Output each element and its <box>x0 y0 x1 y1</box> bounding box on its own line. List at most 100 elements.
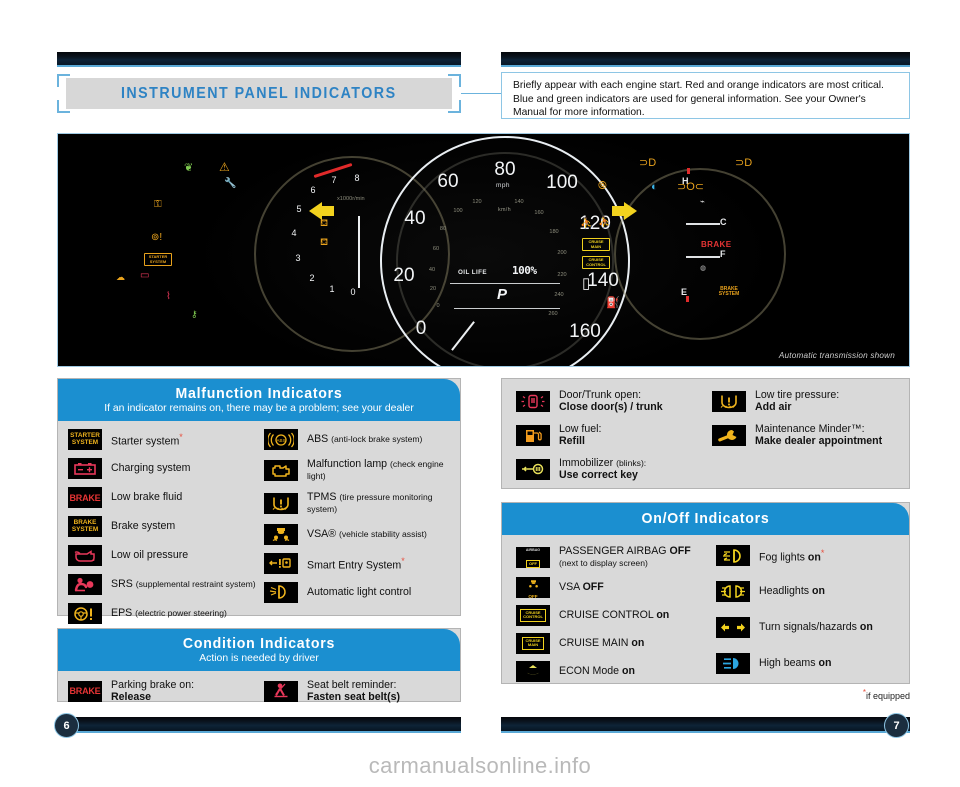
list-item[interactable]: Low fuel: Refill <box>516 423 712 448</box>
condition-indicators-panel: Condition Indicators Action is needed by… <box>57 628 461 703</box>
gear-indicator: P <box>497 286 508 303</box>
srs-telltale: ⛹ <box>598 217 612 229</box>
abs-telltale: ⦾ <box>598 180 607 192</box>
list-item-label: PASSENGER AIRBAG OFF (next to display scr… <box>559 545 691 569</box>
fog-light-icon <box>716 545 750 566</box>
eps-steering-icon <box>68 603 102 624</box>
cruise-control-icon: CRUISE CONTROL <box>516 604 550 626</box>
passenger-airbag-off-icon: PASSENGERAIRBAG OFF <box>516 546 550 568</box>
fuel-red-mark <box>686 296 689 302</box>
condition-body: BRAKE Parking brake on: Release Seat bel… <box>58 671 460 712</box>
list-item[interactable]: STARTER SYSTEM Starter system* <box>68 429 264 450</box>
list-item[interactable]: ABS ABS (anti-lock brake system) <box>264 429 450 450</box>
list-item[interactable]: Immobilizer (blinks): Use correct key <box>516 457 712 482</box>
top-rule-left <box>57 52 461 67</box>
cruise-main-icon: CRUISE MAIN <box>516 632 550 654</box>
oil-pressure-telltale: ⌇ <box>166 291 171 302</box>
page-number-left: 6 <box>54 713 79 738</box>
list-item[interactable]: Charging system <box>68 458 264 479</box>
onoff-header: On/Off Indicators <box>502 503 909 535</box>
list-item[interactable]: Maintenance Minder™: Make dealer appointm… <box>712 423 899 448</box>
list-item[interactable]: Door/Trunk open: Close door(s) / trunk <box>516 389 712 414</box>
list-item-label: CRUISE CONTROL on <box>559 609 670 622</box>
list-item-label: Brake system <box>111 520 176 533</box>
list-item-label: Low fuel: Refill <box>559 422 602 448</box>
list-item[interactable]: Low oil pressure <box>68 545 264 566</box>
door-open-icon <box>516 390 550 412</box>
list-item[interactable]: EPS (electric power steering) <box>68 603 264 624</box>
kmh-tick-60: 60 <box>432 246 440 252</box>
list-item[interactable]: CRUISE MAIN CRUISE MAIN on <box>516 632 716 654</box>
list-item-label: Smart Entry System* <box>307 555 405 572</box>
battery-telltale: ▭ <box>140 270 150 281</box>
list-item-label: CRUISE MAIN on <box>559 637 645 650</box>
page-number-right: 7 <box>884 713 909 738</box>
high-beam-glyph <box>723 658 739 669</box>
tach-tick-5: 5 <box>296 204 302 214</box>
photo-caption: Automatic transmission shown <box>778 351 895 360</box>
list-item[interactable]: ECON Mode on <box>516 660 716 682</box>
speedometer: 80 mph 60 40 20 0 100 120 140 160 km/h 1… <box>380 136 630 366</box>
list-item[interactable]: TPMS (tire pressure monitoring system) <box>264 491 450 516</box>
speedo-tick-160: 160 <box>569 321 601 342</box>
list-item[interactable]: PASSENGERAIRBAG OFF PASSENGER AIRBAG OFF… <box>516 545 716 570</box>
page-title-block: INSTRUMENT PANEL INDICATORS <box>57 74 461 113</box>
list-item[interactable]: BRAKE Low brake fluid <box>68 487 264 508</box>
info-right-column: Low tire pressure: Add air Maintenance Mi… <box>712 389 899 481</box>
tach-tick-3: 3 <box>295 253 301 263</box>
eps-glyph <box>74 606 92 621</box>
list-item[interactable]: Malfunction lamp (check engine light) <box>264 458 450 483</box>
coolant-temp-icon: ⌁ <box>700 197 705 206</box>
tach-tick-2: 2 <box>309 273 315 283</box>
speedo-unit-kmh: km/h <box>498 207 511 213</box>
kmh-tick-0: 0 <box>436 303 440 309</box>
list-item[interactable]: Low tire pressure: Add air <box>712 389 899 414</box>
list-item-label: Maintenance Minder™: Make dealer appointm… <box>755 422 883 448</box>
list-item[interactable]: Automatic light control <box>264 581 450 603</box>
list-item[interactable]: Smart Entry System* <box>264 552 450 574</box>
econ-mode-icon <box>516 660 550 682</box>
watermark: carmanualsonline.info <box>368 753 592 778</box>
list-item[interactable]: Fog lights on* <box>716 545 899 566</box>
wrench-glyph <box>718 430 737 442</box>
list-item[interactable]: BRAKE SYSTEM Brake system <box>68 516 264 537</box>
fuel-full-letter: F <box>720 249 726 259</box>
wrench-icon <box>712 424 746 446</box>
list-item-label: SRS (supplemental restraint system) <box>111 578 256 591</box>
abs-icon: ABS <box>264 429 298 450</box>
malfunction-left-column: STARTER SYSTEM Starter system* Charging … <box>68 429 264 624</box>
display-divider-top <box>450 283 560 285</box>
battery-glyph <box>74 463 96 475</box>
brake-system-icon: BRAKE SYSTEM <box>68 516 102 537</box>
list-item[interactable]: Headlights on <box>716 581 899 602</box>
tach-tick-4: 4 <box>291 228 297 238</box>
list-item[interactable]: SRS (supplemental restraint system) <box>68 574 264 595</box>
page-title-text: INSTRUMENT PANEL INDICATORS <box>121 84 397 102</box>
list-item[interactable]: VSA® (vehicle stability assist) <box>264 523 450 545</box>
page-root: INSTRUMENT PANEL INDICATORS Briefly appe… <box>0 0 960 787</box>
kmh-tick-220: 220 <box>557 272 567 278</box>
instrument-cluster-photo: 8 7 6 5 4 3 2 1 0 x1000r/min 80 mph 60 4… <box>57 133 910 367</box>
list-item[interactable]: BRAKE Parking brake on: Release <box>68 679 264 704</box>
page-title: INSTRUMENT PANEL INDICATORS <box>66 78 452 109</box>
maintenance-wrench-telltale: 🔧 <box>224 178 237 189</box>
list-item[interactable]: OFF VSA OFF <box>516 576 716 598</box>
list-item[interactable]: High beams on <box>716 653 899 674</box>
speedo-unit-mph: mph <box>496 182 510 189</box>
list-item-label: Headlights on <box>759 585 825 598</box>
temp-bar <box>686 223 720 225</box>
list-item[interactable]: Turn signals/hazards on <box>716 617 899 638</box>
brake-system-text: BRAKE SYSTEM <box>718 286 740 298</box>
high-beam-icon <box>716 653 750 674</box>
list-item[interactable]: CRUISE CONTROL CRUISE CONTROL on <box>516 604 716 626</box>
list-item[interactable]: Seat belt reminder: Fasten seat belt(s) <box>264 679 450 704</box>
condition-header: Condition Indicators Action is needed by… <box>58 629 460 671</box>
speedo-tick-80: 80 <box>494 159 516 180</box>
kmh-tick-200: 200 <box>557 250 567 256</box>
tpms-icon <box>264 492 298 514</box>
fuel-pump-glyph <box>526 429 542 442</box>
kmh-tick-40: 40 <box>428 267 436 273</box>
kmh-tick-160: 160 <box>534 210 544 216</box>
brake-warning-word: BRAKE <box>701 240 732 249</box>
bottom-rule-right <box>501 717 910 733</box>
